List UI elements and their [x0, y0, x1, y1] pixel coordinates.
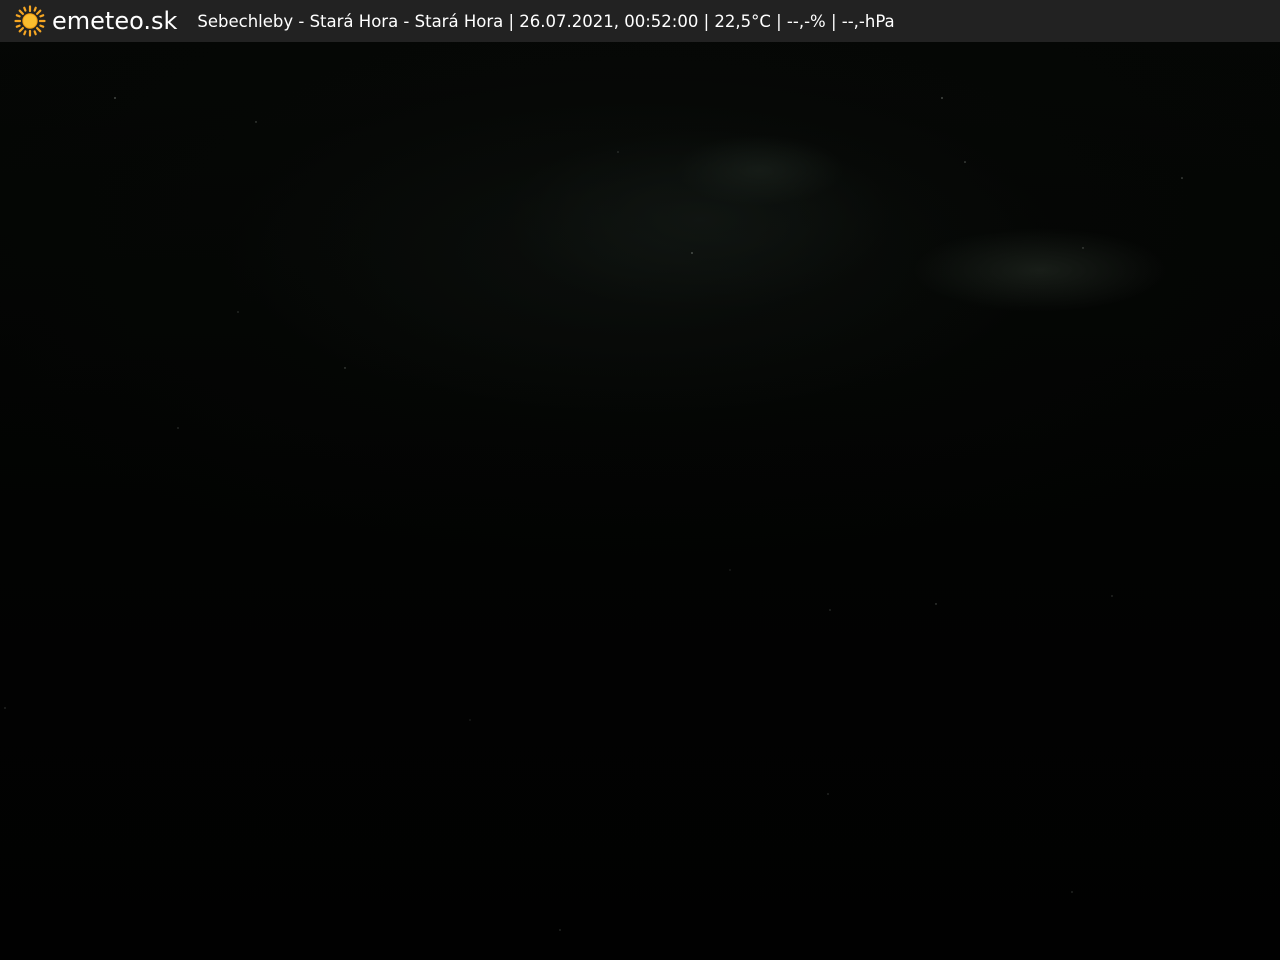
brand-name: emeteo.sk	[52, 7, 178, 35]
webcam-image: emeteo.sk Sebechleby - Stará Hora - Star…	[0, 0, 1280, 960]
night-sky	[4, 97, 1183, 931]
header-bar: emeteo.sk Sebechleby - Stará Hora - Star…	[0, 0, 1280, 42]
station-caption: Sebechleby - Stará Hora - Stará Hora | 2…	[197, 11, 895, 31]
logo[interactable]: emeteo.sk	[14, 5, 177, 37]
sun-icon	[14, 5, 46, 37]
